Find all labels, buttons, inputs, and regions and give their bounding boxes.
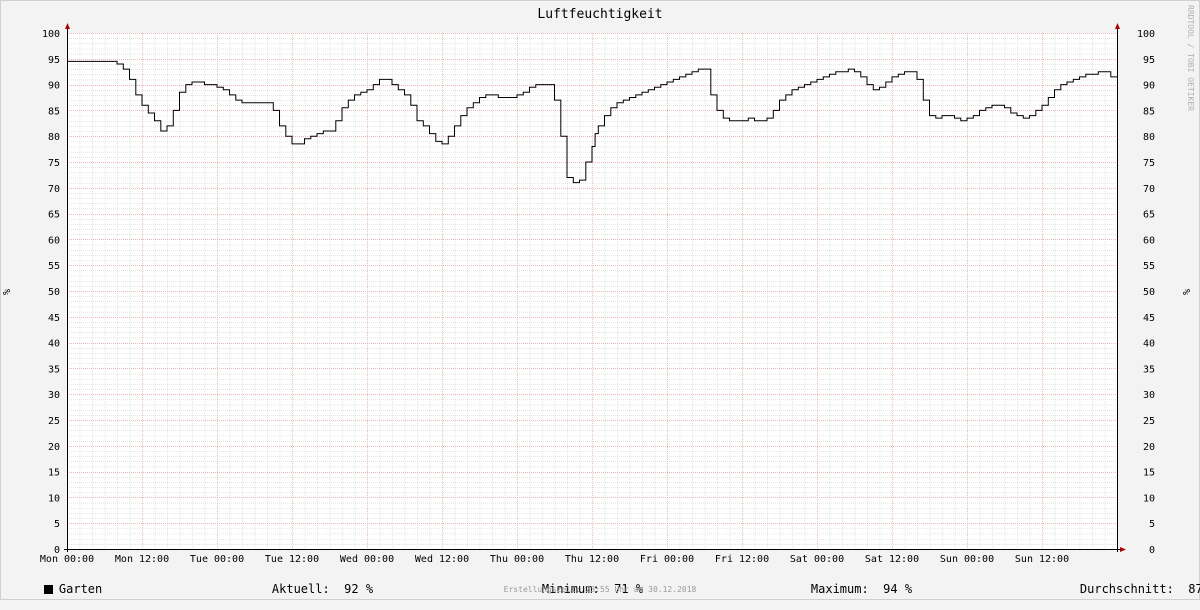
x-tick-label: Mon 12:00 bbox=[115, 554, 169, 565]
chart-title: Luftfeuchtigkeit bbox=[537, 7, 662, 22]
y-tick-label-right: 60 bbox=[1143, 235, 1155, 246]
x-tick-label: Sun 00:00 bbox=[940, 554, 994, 565]
y-tick-label-left: 90 bbox=[48, 81, 60, 92]
x-tick-label: Wed 12:00 bbox=[415, 554, 469, 565]
y-tick-label-right: 95 bbox=[1143, 55, 1155, 66]
rrdtool-watermark: RRDTOOL / TOBI OETIKER bbox=[1186, 5, 1195, 111]
y-tick-label-right: 25 bbox=[1143, 416, 1155, 427]
y-tick-label-right: 0 bbox=[1149, 545, 1155, 556]
y-tick-label-left: 45 bbox=[48, 313, 60, 324]
y-tick-label-left: 5 bbox=[54, 519, 60, 530]
y-tick-label-left: 10 bbox=[48, 493, 60, 504]
y-axis-label-left: % bbox=[2, 289, 13, 295]
y-tick-label-right: 45 bbox=[1143, 313, 1155, 324]
y-tick-label-right: 50 bbox=[1143, 287, 1155, 298]
x-tick-label: Fri 12:00 bbox=[715, 554, 769, 565]
creation-time: Erstellungszeit: 23:55 Uhr am 30.12.2018 bbox=[503, 585, 697, 594]
y-tick-label-right: 35 bbox=[1143, 364, 1155, 375]
x-tick-label: Tue 00:00 bbox=[190, 554, 244, 565]
y-tick-label-left: 70 bbox=[48, 184, 60, 195]
y-tick-label-right: 40 bbox=[1143, 339, 1155, 350]
y-tick-label-left: 25 bbox=[48, 416, 60, 427]
y-tick-label-right: 70 bbox=[1143, 184, 1155, 195]
y-tick-label-right: 20 bbox=[1143, 442, 1155, 453]
y-tick-label-left: 50 bbox=[48, 287, 60, 298]
x-tick-label: Tue 12:00 bbox=[265, 554, 319, 565]
x-tick-label: Sat 12:00 bbox=[865, 554, 919, 565]
y-tick-label-left: 35 bbox=[48, 364, 60, 375]
x-tick-label: Fri 00:00 bbox=[640, 554, 694, 565]
y-tick-label-right: 65 bbox=[1143, 210, 1155, 221]
chart-frame: 0 5 10 15 20 25 30 35 40 45 50 55 60 65 70 75 80 85 90 95 10… bbox=[0, 0, 1200, 600]
y-tick-label-right: 80 bbox=[1143, 132, 1155, 143]
y-tick-label-left: 100 bbox=[42, 29, 60, 40]
x-tick-label: Sun 12:00 bbox=[1015, 554, 1069, 565]
y-tick-label-left: 60 bbox=[48, 235, 60, 246]
humidity-chart: 0 5 10 15 20 25 30 35 40 45 50 55 60 65 70 75 80 85 90 95 10… bbox=[0, 0, 1200, 600]
x-tick-label: Thu 00:00 bbox=[490, 554, 544, 565]
y-tick-label-right: 90 bbox=[1143, 81, 1155, 92]
y-tick-label-left: 95 bbox=[48, 55, 60, 66]
y-tick-label-right: 75 bbox=[1143, 158, 1155, 169]
y-axis-label-right: % bbox=[1182, 289, 1193, 295]
y-tick-label-right: 100 bbox=[1137, 29, 1155, 40]
y-tick-label-left: 85 bbox=[48, 106, 60, 117]
y-tick-label-left: 30 bbox=[48, 390, 60, 401]
y-tick-label-left: 20 bbox=[48, 442, 60, 453]
y-tick-label-right: 30 bbox=[1143, 390, 1155, 401]
y-tick-label-right: 85 bbox=[1143, 106, 1155, 117]
y-tick-label-left: 55 bbox=[48, 261, 60, 272]
x-tick-label: Wed 00:00 bbox=[340, 554, 394, 565]
y-tick-label-right: 55 bbox=[1143, 261, 1155, 272]
x-tick-label: Sat 00:00 bbox=[790, 554, 844, 565]
x-tick-label: Thu 12:00 bbox=[565, 554, 619, 565]
y-tick-label-left: 15 bbox=[48, 468, 60, 479]
y-tick-label-right: 10 bbox=[1143, 493, 1155, 504]
y-tick-label-right: 15 bbox=[1143, 468, 1155, 479]
y-tick-label-left: 65 bbox=[48, 210, 60, 221]
y-tick-label-right: 5 bbox=[1149, 519, 1155, 530]
y-tick-label-left: 40 bbox=[48, 339, 60, 350]
y-tick-label-left: 75 bbox=[48, 158, 60, 169]
x-tick-label: Mon 00:00 bbox=[40, 554, 94, 565]
y-tick-label-left: 80 bbox=[48, 132, 60, 143]
